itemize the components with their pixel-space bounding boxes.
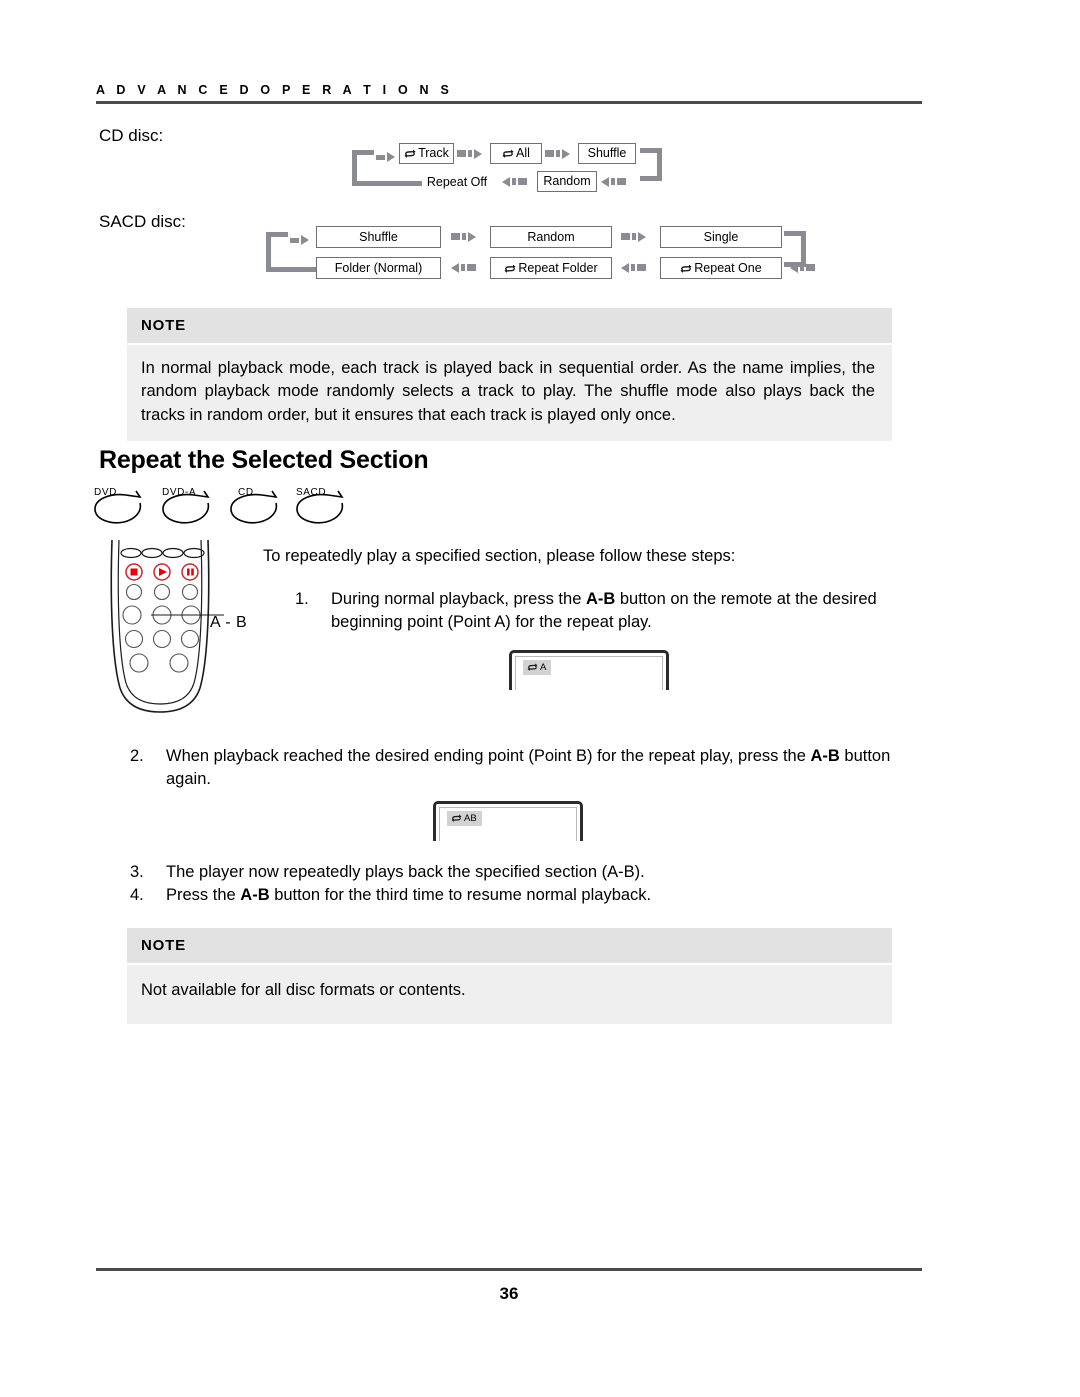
repeat-icon: [680, 263, 692, 276]
sacd-flow-box-single: Single: [660, 226, 782, 248]
page-title: Repeat the Selected Section: [99, 446, 429, 474]
cd-flow-label-repeat-off-text: Repeat Off: [426, 174, 488, 189]
sacd-flow-left-bracket: [266, 232, 288, 272]
cd-flow-connector-track-to-all: [457, 148, 482, 159]
cd-disc-label: CD disc:: [99, 126, 164, 145]
step-item-1: 1. During normal playback, press the A-B…: [295, 588, 920, 635]
cd-playback-mode-flow-diagram: Track All Shuffle Repeat Off Random: [352, 143, 672, 195]
cd-flow-box-all: All: [490, 143, 542, 164]
ab-button-callout-label: A - B: [210, 614, 248, 631]
cd-flow-left-arrowhead: [387, 152, 395, 162]
sacd-flow-box-shuffle-label: Shuffle: [359, 229, 398, 244]
sacd-flow-box-repeat-folder: Repeat Folder: [490, 257, 612, 279]
sacd-flow-box-repeat-one: Repeat One: [660, 257, 782, 279]
repeat-icon: [502, 148, 514, 161]
header-rule: [96, 101, 922, 104]
repeat-icon: [451, 814, 462, 825]
cd-flow-box-random: Random: [537, 171, 597, 192]
cd-flow-left-bracket: [352, 150, 374, 186]
sacd-flow-connector-random-to-single: [621, 231, 646, 242]
disc-format-badge-cd-label: CD: [238, 487, 254, 498]
osd-repeat-ab-badge-text: AB: [464, 812, 477, 824]
cd-flow-right-bracket: [640, 148, 662, 181]
step-item-2-text: When playback reached the desired ending…: [166, 747, 891, 789]
note-panel-body: In normal playback mode, each track is p…: [127, 345, 892, 442]
sacd-flow-box-shuffle: Shuffle: [316, 226, 441, 248]
disc-format-badge-sacd-label: SACD: [296, 487, 327, 498]
osd-screen-repeat-ab: AB: [433, 801, 583, 841]
steps-intro-text: To repeatedly play a specified section, …: [263, 547, 736, 565]
running-header-title: A D V A N C E D O P E R A T I O N S: [96, 83, 453, 97]
step-item-3: 3. The player now repeatedly plays back …: [130, 861, 920, 884]
sacd-flow-connector-repeat-folder-to-folder: [451, 262, 476, 273]
cd-flow-box-shuffle-label: Shuffle: [587, 146, 627, 161]
repeat-icon: [504, 263, 516, 276]
osd-repeat-ab-badge: AB: [447, 811, 482, 826]
disc-format-badge-cd: CD: [224, 487, 290, 527]
note-panel-body: Not available for all disc formats or co…: [127, 965, 892, 1025]
sacd-flow-box-folder-normal-label: Folder (Normal): [334, 260, 423, 275]
disc-format-badge-dvd: DVD: [88, 487, 154, 527]
page-number: 36: [499, 1284, 519, 1303]
sacd-flow-box-folder-normal: Folder (Normal): [316, 257, 441, 279]
cd-flow-box-track: Track: [399, 143, 454, 164]
remote-control-illustration: [104, 539, 224, 715]
cd-flow-connector-all-to-shuffle: [545, 148, 570, 159]
cd-flow-connector-random-to-repeat-off: [502, 176, 527, 187]
disc-format-badge-dvd-a: DVD-A: [156, 487, 222, 527]
step-item-2: 2. When playback reached the desired end…: [130, 745, 920, 792]
cd-flow-box-track-label: Track: [418, 146, 449, 161]
repeat-icon: [527, 663, 538, 674]
sacd-flow-box-repeat-folder-label: Repeat Folder: [518, 260, 598, 275]
sacd-flow-box-random-label: Random: [527, 229, 575, 244]
step-item-3-number: 3.: [130, 863, 144, 881]
sacd-playback-mode-flow-diagram: Shuffle Random Single Folder (Normal) Re…: [266, 226, 815, 284]
cd-flow-label-repeat-off: Repeat Off: [418, 172, 496, 191]
step-item-4-text: Press the A-B button for the third time …: [166, 886, 652, 904]
cd-flow-box-shuffle: Shuffle: [578, 143, 636, 164]
step-item-4-number: 4.: [130, 886, 144, 904]
sacd-flow-connector-wrap-in: [790, 262, 815, 273]
sacd-flow-box-repeat-one-label: Repeat One: [694, 260, 762, 275]
step-item-4: 4. Press the A-B button for the third ti…: [130, 884, 920, 907]
step-item-3-text: The player now repeatedly plays back the…: [166, 863, 645, 881]
disc-format-badge-dvd-a-label: DVD-A: [162, 487, 197, 498]
step-item-1-text: During normal playback, press the A-B bu…: [331, 590, 877, 632]
cd-flow-bottom-return-line: [372, 181, 422, 186]
cd-flow-connector-shuffle-to-random: [601, 176, 626, 187]
cd-flow-left-stub: [376, 154, 385, 160]
sacd-flow-bottom-return-line: [286, 267, 318, 272]
cd-flow-box-random-label: Random: [543, 174, 591, 189]
disc-format-badge-dvd-label: DVD: [94, 487, 117, 498]
disc-format-badge-sacd: SACD: [290, 487, 356, 527]
note-panel-heading: NOTE: [127, 308, 892, 345]
sacd-disc-label: SACD disc:: [99, 212, 186, 231]
note-panel-heading: NOTE: [127, 928, 892, 965]
sacd-flow-connector-shuffle-to-random: [451, 231, 476, 242]
note-panel-playback-modes: NOTE In normal playback mode, each track…: [127, 308, 892, 442]
footer-rule: [96, 1268, 922, 1271]
osd-repeat-a-badge: A: [523, 660, 552, 675]
note-panel-availability: NOTE Not available for all disc formats …: [127, 928, 892, 1025]
step-item-1-number: 1.: [295, 590, 309, 608]
sacd-flow-connector-repeat-one-to-repeat-folder: [621, 262, 646, 273]
sacd-flow-left-stub: [290, 237, 299, 243]
sacd-flow-box-random: Random: [490, 226, 612, 248]
sacd-flow-box-single-label: Single: [703, 229, 739, 244]
osd-repeat-a-badge-text: A: [540, 661, 547, 673]
sacd-flow-left-arrowhead: [301, 235, 309, 245]
step-item-2-number: 2.: [130, 747, 144, 765]
osd-screen-repeat-a: A: [509, 650, 669, 690]
cd-flow-box-all-label: All: [516, 146, 530, 161]
repeat-icon: [404, 148, 416, 161]
